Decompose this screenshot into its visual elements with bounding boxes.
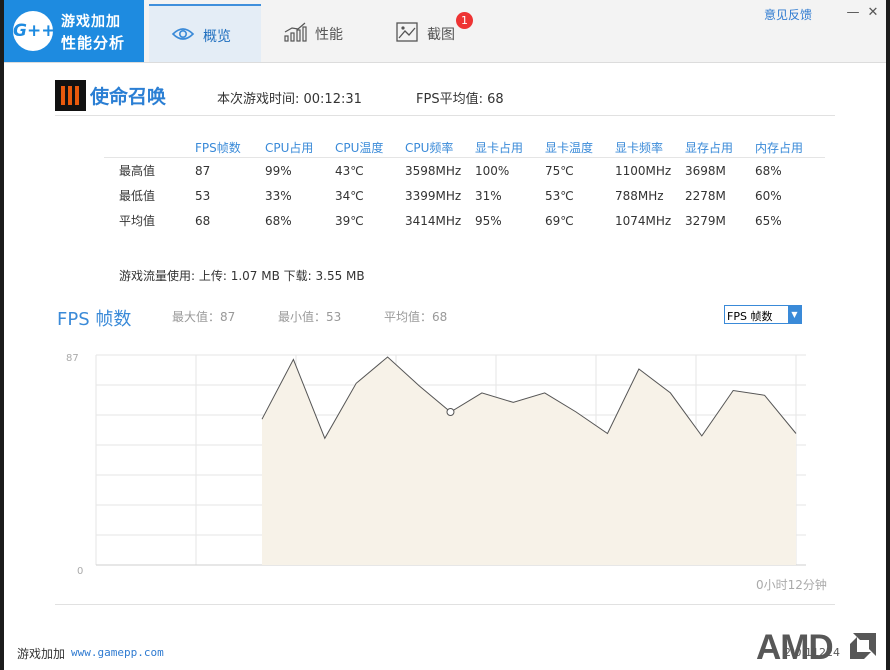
table-cell: 3598MHz (405, 163, 462, 178)
table-cell: 3414MHz (405, 213, 462, 228)
bar-chart-icon (284, 22, 307, 42)
website-link[interactable]: www.gamepp.com (71, 646, 164, 659)
table-cell: 1074MHz (615, 213, 672, 228)
stats-header: 内存占用 (755, 138, 825, 158)
chevron-down-icon: ▼ (788, 306, 801, 323)
tab-performance[interactable]: 性能 (261, 4, 373, 62)
stats-header: 显卡频率 (615, 138, 685, 158)
footer-app-name: 游戏加加 (17, 647, 66, 661)
table-cell: 68% (755, 163, 782, 178)
screenshot-count-badge: 1 (456, 12, 473, 29)
divider (55, 115, 835, 116)
tab-overview-label: 概览 (203, 29, 231, 45)
stats-table: FPS帧数 CPU占用 CPU温度 CPU频率 显卡占用 显卡温度 显卡频率 显… (104, 138, 825, 233)
metric-select-value: FPS 帧数 (727, 310, 773, 323)
table-cell: 34℃ (335, 188, 364, 203)
eye-icon (171, 28, 195, 40)
fps-chart: 87 0 (66, 353, 806, 575)
tab-screenshots-label: 截图 (427, 27, 455, 43)
fps-area (262, 357, 796, 565)
stats-header: FPS帧数 (195, 138, 265, 158)
table-cell: 33% (265, 188, 292, 203)
tab-performance-label: 性能 (315, 27, 343, 43)
app-window: G++ 游戏加加 性能分析 概览 性能 截图 1 意见反馈 — ✕ 使命召唤 本… (4, 0, 886, 670)
stats-header-row: FPS帧数 CPU占用 CPU温度 CPU频率 显卡占用 显卡温度 显卡频率 显… (104, 138, 825, 158)
fps-average: FPS平均值: 68 (416, 92, 504, 107)
stats-header: 显卡温度 (545, 138, 615, 158)
table-cell: 60% (755, 188, 782, 203)
stats-header: 显存占用 (685, 138, 755, 158)
stats-header: CPU温度 (335, 138, 405, 158)
stats-header: 显卡占用 (475, 138, 545, 158)
table-cell: 39℃ (335, 213, 364, 228)
game-icon (55, 80, 86, 111)
app-logo: G++ 游戏加加 性能分析 (4, 0, 144, 62)
table-cell: 788MHz (615, 188, 664, 203)
y-tick-label: 0 (77, 566, 83, 575)
table-cell: 53℃ (545, 188, 574, 203)
table-cell: 平均值 (119, 214, 156, 228)
y-tick-label: 87 (66, 353, 79, 364)
tab-overview[interactable]: 概览 (149, 4, 261, 62)
stats-header: CPU频率 (405, 138, 475, 158)
table-cell: 43℃ (335, 163, 364, 178)
table-cell: 68 (195, 213, 211, 228)
table-cell: 68% (265, 213, 292, 228)
stats-header: CPU占用 (265, 138, 335, 158)
fps-min: 最小值：53 (278, 310, 342, 324)
table-cell: 2278M (685, 188, 726, 203)
table-cell: 87 (195, 163, 211, 178)
feedback-link[interactable]: 意见反馈 (764, 6, 812, 23)
fps-avg: 平均值：68 (384, 310, 448, 324)
table-cell: 3279M (685, 213, 726, 228)
table-row: 最高值 87 99% 43℃ 3598MHz 100% 75℃ 1100MHz … (104, 158, 825, 184)
logo-badge: G++ (13, 11, 55, 51)
picture-icon (396, 22, 418, 42)
traffic-usage: 游戏流量使用: 上传: 1.07 MB 下载: 3.55 MB (119, 269, 365, 283)
minimize-icon[interactable]: — (846, 5, 860, 20)
table-cell: 69℃ (545, 213, 574, 228)
table-cell: 31% (475, 188, 502, 203)
metric-select[interactable]: FPS 帧数 ▼ (724, 305, 802, 324)
table-cell: 最低值 (119, 189, 156, 203)
logo-name-line2: 性能分析 (61, 34, 126, 52)
close-icon[interactable]: ✕ (866, 5, 880, 20)
table-cell: 3399MHz (405, 188, 462, 203)
table-cell: 53 (195, 188, 211, 203)
divider (55, 604, 835, 605)
title-bar: G++ 游戏加加 性能分析 概览 性能 截图 1 意见反馈 — ✕ (4, 0, 886, 63)
table-cell: 最高值 (119, 164, 156, 178)
fps-section-title: FPS 帧数 (57, 309, 132, 330)
table-row: 最低值 53 33% 34℃ 3399MHz 31% 53℃ 788MHz 22… (104, 183, 825, 208)
fps-max: 最大值：87 (172, 310, 236, 324)
table-cell: 99% (265, 163, 292, 178)
version-label: 2.0.11224 (784, 646, 840, 659)
stats-header (104, 138, 195, 158)
session-time: 本次游戏时间: 00:12:31 (217, 92, 362, 107)
table-cell: 75℃ (545, 163, 574, 178)
table-row: 平均值 68 68% 39℃ 3414MHz 95% 69℃ 1074MHz 3… (104, 208, 825, 233)
fps-data-point (446, 407, 455, 416)
table-cell: 95% (475, 213, 502, 228)
amd-arrow-icon (850, 633, 876, 659)
table-cell: 65% (755, 213, 782, 228)
logo-name-line1: 游戏加加 (61, 14, 121, 30)
table-cell: 100% (475, 163, 510, 178)
x-axis-end-label: 0小时12分钟 (756, 578, 827, 592)
game-title: 使命召唤 (90, 86, 167, 108)
table-cell: 1100MHz (615, 163, 672, 178)
table-cell: 3698M (685, 163, 726, 178)
